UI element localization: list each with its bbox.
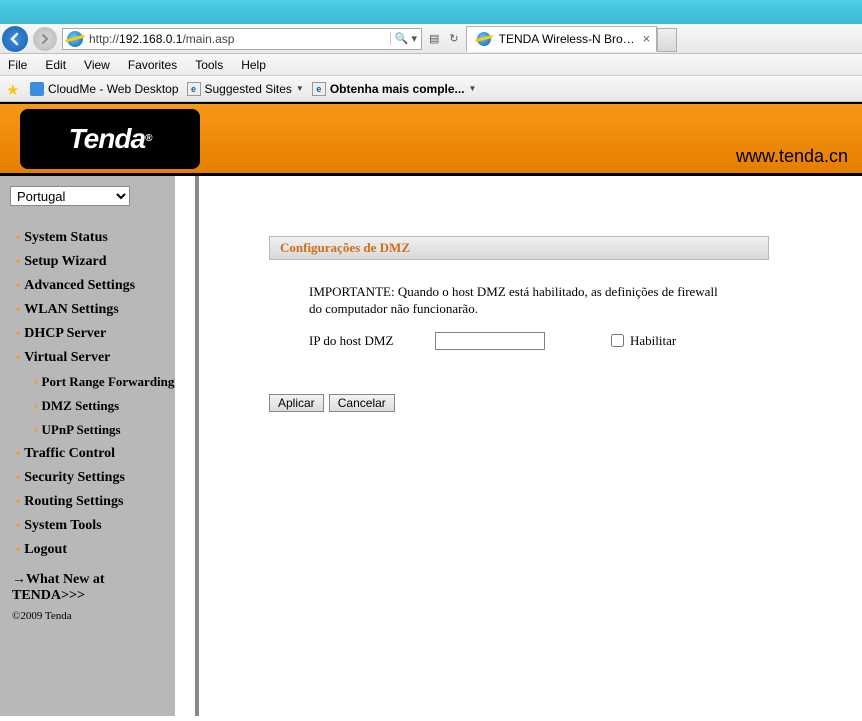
- nav-back-button[interactable]: [0, 24, 30, 54]
- tab-title: TENDA Wireless-N Broadba...: [499, 32, 639, 46]
- sidebar-item-setup-wizard[interactable]: Setup Wizard: [10, 250, 175, 274]
- fav-suggested[interactable]: e Suggested Sites ▼: [187, 82, 304, 96]
- dmz-ip-input[interactable]: [435, 332, 545, 350]
- page-icon: e: [187, 82, 201, 96]
- enable-label: Habilitar: [630, 333, 676, 349]
- refresh-icon[interactable]: ↻: [444, 32, 463, 45]
- sidebar-item-dhcp-server[interactable]: DHCP Server: [10, 322, 175, 346]
- copyright-text: ©2009 Tenda: [10, 608, 175, 622]
- sidebar-item-dmz-settings[interactable]: DMZ Settings: [10, 394, 175, 418]
- tenda-logo: Tenda®: [20, 109, 200, 169]
- chevron-down-icon: ▼: [469, 84, 477, 93]
- page-area: Portugal System Status Setup Wizard Adva…: [0, 176, 862, 716]
- menu-edit[interactable]: Edit: [45, 58, 66, 72]
- sidebar-item-wlan-settings[interactable]: WLAN Settings: [10, 298, 175, 322]
- address-bar[interactable]: http://192.168.0.1/main.asp 🔍 ▾: [62, 28, 422, 50]
- sidebar-item-security-settings[interactable]: Security Settings: [10, 466, 175, 490]
- sidebar-item-system-tools[interactable]: System Tools: [10, 514, 175, 538]
- tab-close-icon[interactable]: ×: [643, 31, 651, 46]
- chevron-down-icon: ▼: [296, 84, 304, 93]
- tab-strip: TENDA Wireless-N Broadba... ×: [466, 26, 678, 52]
- enable-checkbox[interactable]: [611, 334, 624, 347]
- sidebar-whatsnew[interactable]: →What New at TENDA>>>: [10, 562, 175, 608]
- content-area: Configurações de DMZ IMPORTANTE: Quando …: [195, 176, 862, 716]
- sidebar-item-advanced-settings[interactable]: Advanced Settings: [10, 274, 175, 298]
- menubar: File Edit View Favorites Tools Help: [0, 54, 862, 76]
- apply-button[interactable]: Aplicar: [269, 394, 324, 412]
- panel-title: Configurações de DMZ: [269, 236, 769, 260]
- nav-forward-button[interactable]: [30, 24, 60, 54]
- warning-text: IMPORTANTE: Quando o host DMZ está habil…: [309, 284, 729, 318]
- sidebar-item-port-range-forwarding[interactable]: Port Range Forwarding: [10, 370, 175, 394]
- sidebar-item-traffic-control[interactable]: Traffic Control: [10, 442, 175, 466]
- sidebar-item-virtual-server[interactable]: Virtual Server: [10, 346, 175, 370]
- menu-tools[interactable]: Tools: [195, 58, 223, 72]
- page-icon: e: [312, 82, 326, 96]
- language-select[interactable]: Portugal: [10, 186, 130, 206]
- new-tab-button[interactable]: [657, 28, 677, 52]
- browser-toolbar: http://192.168.0.1/main.asp 🔍 ▾ ▤ ↻ TEND…: [0, 24, 862, 54]
- tab-active[interactable]: TENDA Wireless-N Broadba... ×: [466, 26, 658, 52]
- page-banner: Tenda® www.tenda.cn: [0, 102, 862, 176]
- menu-view[interactable]: View: [84, 58, 110, 72]
- search-dropdown-icon[interactable]: 🔍 ▾: [390, 32, 417, 45]
- menu-help[interactable]: Help: [241, 58, 266, 72]
- cancel-button[interactable]: Cancelar: [329, 394, 395, 412]
- vendor-url: www.tenda.cn: [736, 146, 848, 167]
- sidebar-item-upnp-settings[interactable]: UPnP Settings: [10, 418, 175, 442]
- sidebar: Portugal System Status Setup Wizard Adva…: [0, 176, 195, 716]
- fav-obtenha[interactable]: e Obtenha mais comple... ▼: [312, 82, 477, 96]
- url-text: http://192.168.0.1/main.asp: [87, 32, 386, 46]
- fav-cloudme[interactable]: CloudMe - Web Desktop: [30, 82, 179, 96]
- sidebar-item-logout[interactable]: Logout: [10, 538, 175, 562]
- sidebar-item-system-status[interactable]: System Status: [10, 226, 175, 250]
- menu-favorites[interactable]: Favorites: [128, 58, 177, 72]
- compat-icon[interactable]: ▤: [424, 32, 444, 45]
- favorites-bar: ★ CloudMe - Web Desktop e Suggested Site…: [0, 76, 862, 102]
- dmz-ip-label: IP do host DMZ: [309, 333, 429, 349]
- ie-icon: [67, 31, 83, 47]
- ie-icon: [477, 32, 491, 46]
- menu-file[interactable]: File: [8, 58, 27, 72]
- cloud-icon: [30, 82, 44, 96]
- sidebar-item-routing-settings[interactable]: Routing Settings: [10, 490, 175, 514]
- add-favorite-icon[interactable]: ★: [6, 81, 22, 97]
- dmz-panel: Configurações de DMZ IMPORTANTE: Quando …: [269, 236, 769, 412]
- window-titlebar: [0, 0, 862, 24]
